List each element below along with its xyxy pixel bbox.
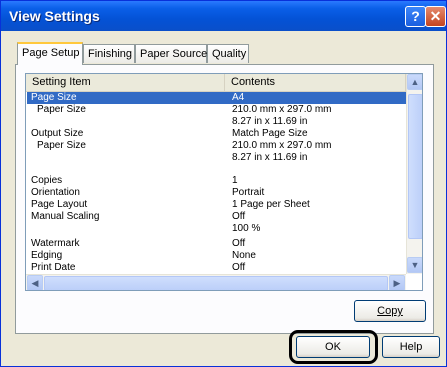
dialog-title: View Settings (9, 8, 100, 24)
row-item: Manual Scaling (31, 211, 100, 222)
row-value: 1 Page per Sheet (232, 199, 310, 210)
row-value: A4 (232, 92, 245, 103)
table-row[interactable]: Page Size A4 (27, 92, 407, 104)
row-value: Portrait (232, 187, 265, 198)
table-row[interactable]: Edging None (27, 250, 407, 262)
table-row[interactable]: 8.27 in x 11.69 in (27, 152, 407, 164)
row-value: 100 % (232, 223, 261, 234)
row-item: Edging (31, 250, 63, 261)
row-value: 8.27 in x 11.69 in (232, 152, 308, 163)
table-row[interactable]: Output Size Match Page Size (27, 128, 407, 140)
help-button[interactable]: Help (382, 336, 440, 358)
scroll-up-button[interactable]: ▲ (407, 74, 422, 90)
table-row[interactable]: Copies 1 (27, 175, 407, 187)
row-item: Page Size (31, 92, 77, 103)
copy-button-label: Copy (377, 305, 403, 317)
row-item: Paper Size (37, 104, 86, 115)
row-item: Paper Size (37, 140, 86, 151)
table-row[interactable]: Manual Scaling Off (27, 211, 407, 223)
ok-button-highlight-ring (289, 330, 378, 364)
row-value: 210.0 mm x 297.0 mm (232, 104, 332, 115)
row-value: 210.0 mm x 297.0 mm (232, 140, 332, 151)
row-value: 1 (232, 175, 238, 186)
tab-paper-source[interactable]: Paper Source (135, 44, 207, 63)
row-value: Match Page Size (232, 128, 308, 139)
vertical-scrollbar[interactable]: ▲ ▼ (406, 74, 422, 274)
scroll-right-button[interactable]: ▶ (389, 275, 405, 290)
row-item: Output Size (31, 128, 84, 139)
tab-quality[interactable]: Quality (207, 44, 249, 63)
table-row[interactable]: 100 % (27, 223, 407, 235)
row-item: Print Date (31, 262, 76, 273)
row-item: Copies (31, 175, 63, 186)
list-header: Setting Item Contents (26, 74, 406, 92)
table-row[interactable]: Paper Size 210.0 mm x 297.0 mm (27, 104, 407, 116)
table-row[interactable]: Watermark Off (27, 238, 407, 250)
vertical-scroll-thumb[interactable] (408, 94, 422, 239)
row-value: Off (232, 211, 246, 222)
settings-list[interactable]: Setting Item Contents Page Size A4 Paper … (25, 73, 423, 291)
horizontal-scrollbar[interactable]: ◀ ▶ (26, 274, 406, 290)
title-bar[interactable]: View Settings ? ✕ (1, 1, 446, 31)
row-item: Watermark (31, 238, 80, 249)
row-value: Off (232, 238, 246, 249)
help-icon[interactable]: ? (405, 6, 426, 27)
horizontal-scroll-thumb[interactable] (44, 276, 388, 290)
table-row[interactable]: Page Layout 1 Page per Sheet (27, 199, 407, 211)
tab-page-setup[interactable]: Page Setup (17, 42, 83, 65)
close-icon[interactable]: ✕ (425, 6, 446, 27)
copy-button[interactable]: Copy (354, 300, 426, 322)
scroll-left-button[interactable]: ◀ (27, 275, 43, 290)
row-value: 8.27 in x 11.69 in (232, 116, 308, 127)
scroll-down-button[interactable]: ▼ (407, 257, 422, 273)
row-item: Page Layout (31, 199, 88, 210)
help-button-label: Help (399, 341, 423, 353)
row-value: Off (232, 262, 246, 273)
row-item: Orientation (31, 187, 80, 198)
table-row[interactable]: 8.27 in x 11.69 in (27, 116, 407, 128)
tab-finishing[interactable]: Finishing (83, 44, 135, 63)
column-header-contents[interactable]: Contents (225, 74, 406, 91)
table-row[interactable]: Paper Size 210.0 mm x 297.0 mm (27, 140, 407, 152)
row-value: None (232, 250, 256, 261)
table-row[interactable]: Print Date Off (27, 262, 407, 274)
column-header-setting-item[interactable]: Setting Item (26, 74, 225, 91)
view-settings-dialog: View Settings ? ✕ Page Setup Finishing P… (0, 0, 447, 367)
table-row[interactable]: Orientation Portrait (27, 187, 407, 199)
